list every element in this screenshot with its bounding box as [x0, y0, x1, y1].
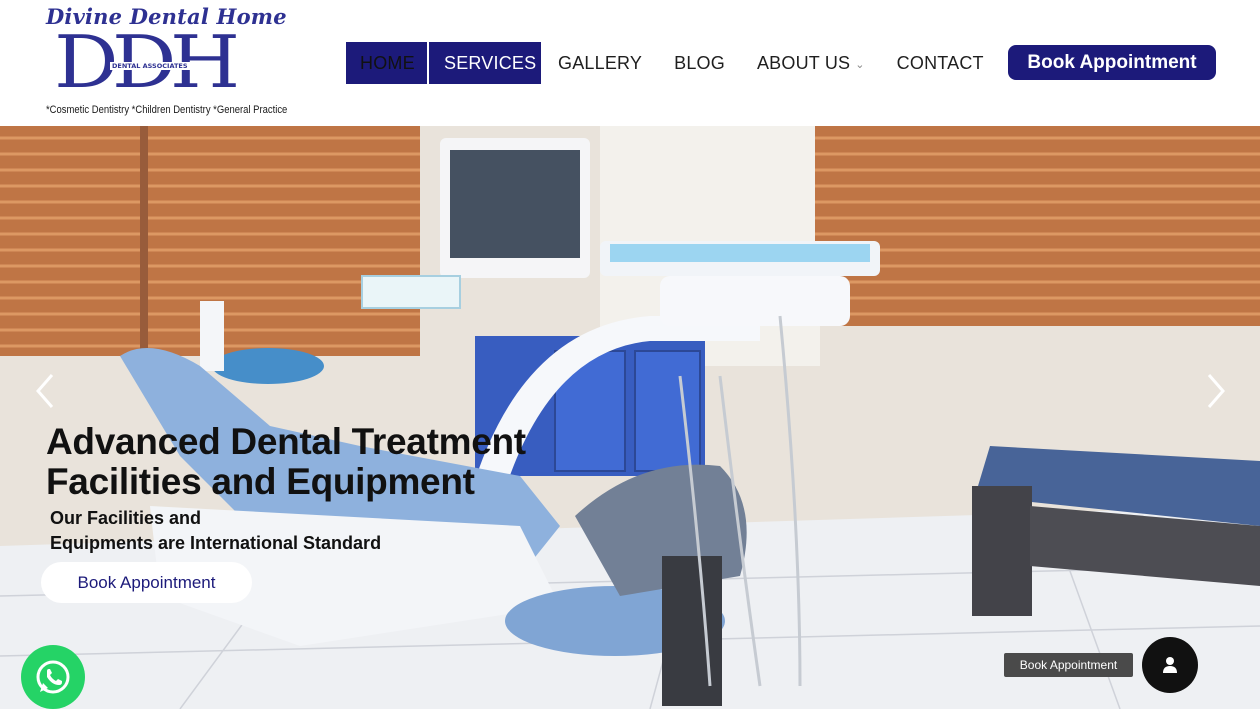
nav-blog[interactable]: BLOG [658, 42, 741, 84]
floating-book-appointment-label[interactable]: Book Appointment [1004, 653, 1133, 677]
logo-tagline: *Cosmetic Dentistry *Children Dentistry … [46, 104, 288, 116]
hero-subtitle-line-2: Equipments are International Standard [50, 533, 382, 553]
whatsapp-icon [36, 660, 70, 694]
hero-title: Advanced Dental Treatment Facilities and… [46, 422, 586, 502]
nav-contact[interactable]: CONTACT [881, 42, 1000, 84]
logo-associates: DENTAL ASSOCIATES [110, 62, 190, 70]
hero-book-appointment-button[interactable]: Book Appointment [41, 562, 252, 603]
hero-title-line-1: Advanced Dental Treatment [46, 421, 526, 462]
nav-about-us-label: ABOUT US [756, 52, 851, 73]
hero-subtitle: Our Facilities and Equipments are Intern… [50, 506, 430, 556]
user-icon [1163, 657, 1177, 673]
nav-home[interactable]: HOME [346, 42, 427, 84]
chevron-left-icon [36, 374, 54, 408]
nav-about-us[interactable]: ABOUT US ⌄ [741, 42, 881, 84]
slider-next-arrow[interactable] [1203, 371, 1233, 411]
chevron-right-icon [1207, 374, 1225, 408]
header-book-appointment-button[interactable]: Book Appointment [1008, 45, 1216, 80]
nav-services[interactable]: SERVICES [429, 42, 541, 84]
nav-gallery[interactable]: GALLERY [542, 42, 658, 84]
floating-book-appointment-button[interactable] [1142, 637, 1198, 693]
main-nav: HOME SERVICES GALLERY BLOG ABOUT US ⌄ CO… [346, 42, 1000, 84]
logo[interactable]: Divine Dental Home DDH DENTAL ASSOCIATES… [44, 4, 288, 122]
chevron-down-icon: ⌄ [855, 59, 865, 71]
hero-slider: Advanced Dental Treatment Facilities and… [0, 126, 1260, 709]
site-header: Divine Dental Home DDH DENTAL ASSOCIATES… [0, 0, 1260, 126]
hero-title-line-2: Facilities and Equipment [46, 461, 475, 502]
hero-subtitle-line-1: Our Facilities and [50, 508, 202, 528]
hero-background-image [0, 126, 1260, 709]
slider-prev-arrow[interactable] [32, 371, 62, 411]
whatsapp-button[interactable] [21, 645, 85, 709]
